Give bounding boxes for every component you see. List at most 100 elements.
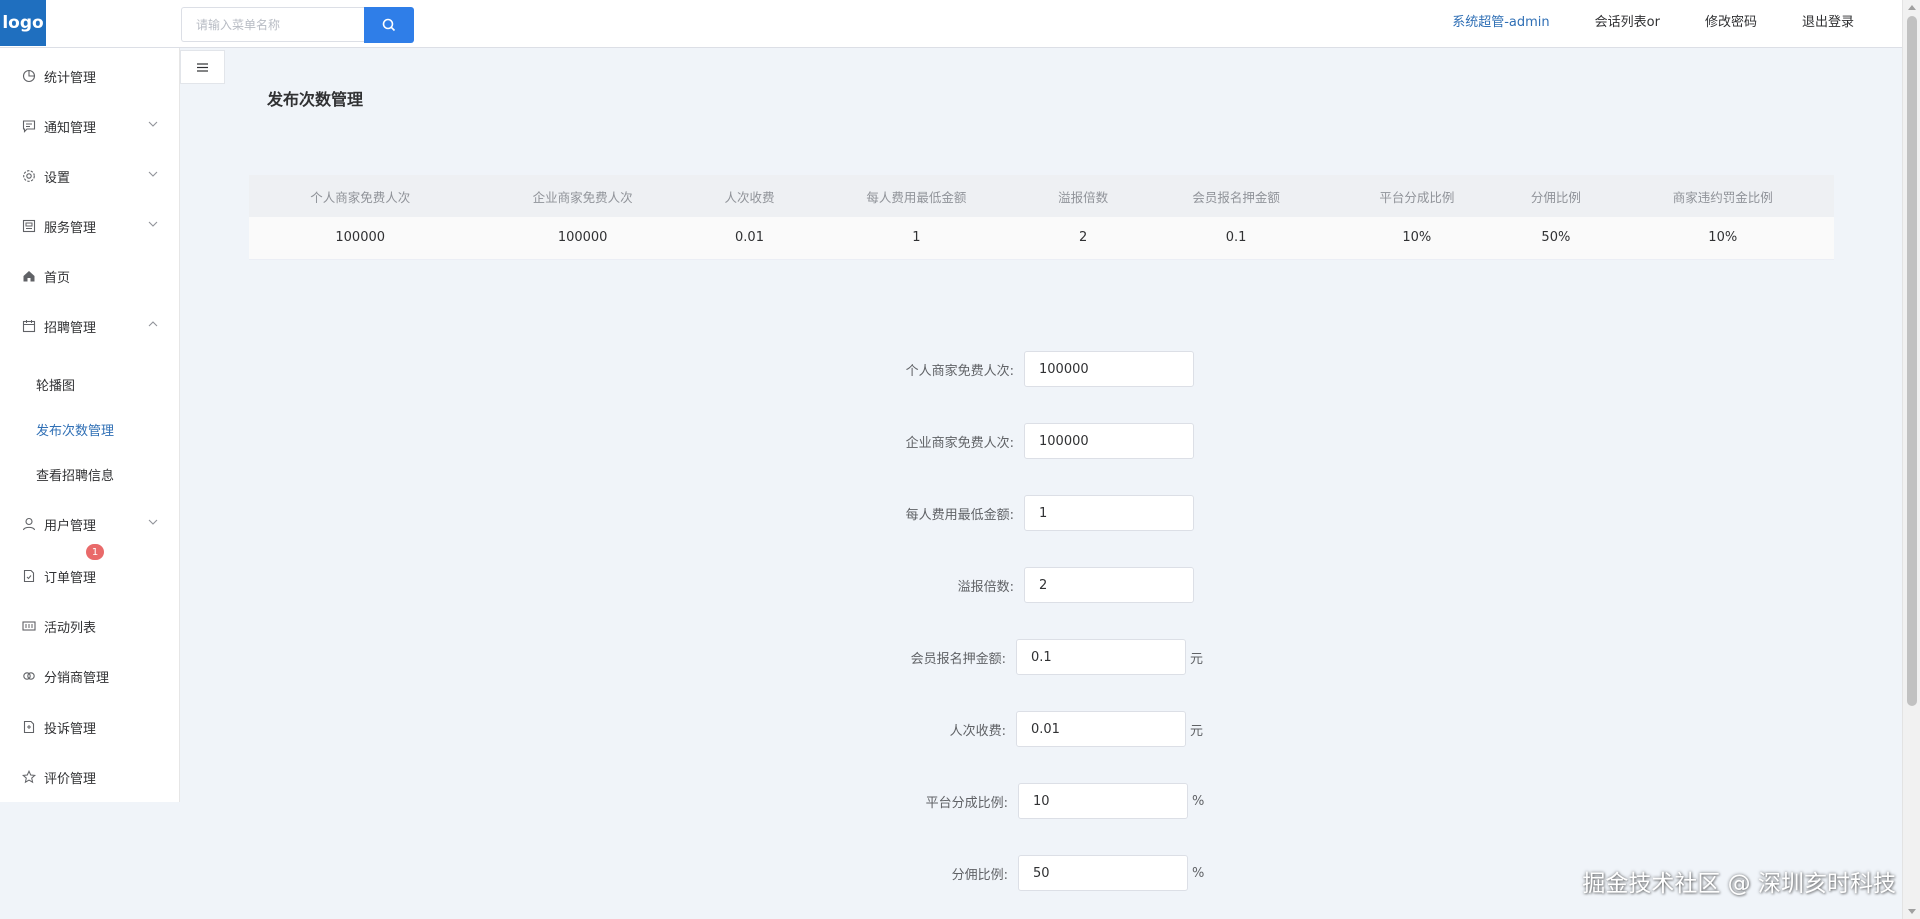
chevron-down-icon: [148, 519, 158, 525]
table-header-cell: 分佣比例: [1500, 175, 1612, 217]
form-row-platform-share: 平台分成比例: %: [880, 783, 1204, 819]
table-header-row: 个人商家免费人次 企业商家免费人次 人次收费 每人费用最低金额 溢报倍数 会员报…: [249, 175, 1834, 217]
per-person-fee-input[interactable]: [1016, 711, 1186, 747]
field-label: 会员报名押金额:: [910, 651, 1006, 667]
scroll-up-arrow-icon[interactable]: [1908, 5, 1916, 10]
submenu-item-carousel[interactable]: 轮播图: [0, 362, 179, 407]
message-icon: [22, 119, 36, 133]
sidebar: 统计管理 通知管理 设置 服务管理 首页 招聘管理 轮播图 发布次数管理 查看招…: [0, 48, 180, 802]
service-icon: [22, 219, 36, 233]
watermark: 掘金技术社区 @ 深圳亥时科技: [1582, 871, 1896, 897]
table-cell: 1: [805, 217, 1028, 260]
star-icon: [22, 770, 36, 784]
chevron-down-icon: [148, 171, 158, 177]
table-cell: 100000: [471, 217, 694, 260]
min-fee-input[interactable]: [1024, 495, 1194, 531]
sidebar-item-label: 活动列表: [44, 620, 97, 636]
submenu-item-view-recruitment[interactable]: 查看招聘信息: [0, 452, 179, 497]
search-button[interactable]: [364, 7, 414, 43]
pie-chart-icon: [22, 69, 36, 83]
page-title: 发布次数管理: [267, 90, 364, 109]
settings-table: 个人商家免费人次 企业商家免费人次 人次收费 每人费用最低金额 溢报倍数 会员报…: [249, 175, 1834, 260]
sidebar-item-label: 统计管理: [44, 70, 97, 86]
chevron-down-icon: [148, 121, 158, 127]
list-icon: [22, 619, 36, 633]
table-header-cell: 每人费用最低金额: [805, 175, 1028, 217]
sidebar-item-activities[interactable]: 活动列表: [0, 601, 179, 651]
field-label: 个人商家免费人次:: [905, 363, 1014, 379]
table-cell: 2: [1027, 217, 1139, 260]
table-header-cell: 会员报名押金额: [1138, 175, 1334, 217]
overflow-multiple-input[interactable]: [1024, 567, 1194, 603]
sidebar-item-label: 招聘管理: [44, 320, 97, 336]
form-row-overflow-multiple: 溢报倍数:: [880, 567, 1194, 603]
table-header-cell: 企业商家免费人次: [471, 175, 694, 217]
table-header-cell: 溢报倍数: [1027, 175, 1139, 217]
sidebar-item-users[interactable]: 用户管理: [0, 499, 179, 549]
notification-badge: 1: [86, 544, 104, 560]
logout-link[interactable]: 退出登录: [1802, 11, 1854, 30]
calendar-icon: [22, 319, 36, 333]
form-row-min-fee: 每人费用最低金额:: [880, 495, 1194, 531]
sidebar-item-label: 首页: [44, 270, 71, 286]
sidebar-item-settings[interactable]: 设置: [0, 151, 179, 201]
unit-label: %: [1192, 865, 1205, 881]
page-scrollbar[interactable]: [1902, 0, 1920, 919]
field-label: 每人费用最低金额:: [905, 507, 1014, 523]
change-password-link[interactable]: 修改密码: [1705, 11, 1757, 30]
sidebar-item-home[interactable]: 首页: [0, 251, 179, 301]
gear-icon: [22, 169, 36, 183]
sidebar-item-notifications[interactable]: 通知管理: [0, 101, 179, 151]
unit-label: 元: [1190, 651, 1204, 667]
table-row: 100000 100000 0.01 1 2 0.1 10% 50% 10%: [249, 217, 1834, 260]
menu-search-input[interactable]: [181, 7, 364, 42]
sidebar-item-complaints[interactable]: 投诉管理: [0, 702, 179, 752]
sidebar-item-label: 用户管理: [44, 518, 97, 534]
sidebar-item-label: 设置: [44, 170, 71, 186]
table-header-cell: 个人商家免费人次: [249, 175, 472, 217]
sidebar-item-label: 订单管理: [44, 570, 97, 586]
form-row-personal-free: 个人商家免费人次:: [880, 351, 1194, 387]
field-label: 平台分成比例:: [925, 795, 1008, 811]
sidebar-toggle-button[interactable]: [180, 50, 225, 84]
menu-icon: [197, 62, 208, 72]
table-header-cell: 人次收费: [693, 175, 806, 217]
sidebar-item-label: 通知管理: [44, 120, 97, 136]
sidebar-item-label: 服务管理: [44, 220, 97, 236]
sidebar-item-stats[interactable]: 统计管理: [0, 51, 179, 101]
form-row-enterprise-free: 企业商家免费人次:: [880, 423, 1194, 459]
personal-free-count-input[interactable]: [1024, 351, 1194, 387]
field-label: 溢报倍数:: [957, 579, 1014, 595]
field-label: 企业商家免费人次:: [905, 435, 1014, 451]
form-row-member-deposit: 会员报名押金额: 元: [880, 639, 1203, 675]
table-header-cell: 商家违约罚金比例: [1611, 175, 1834, 217]
sidebar-item-distributors[interactable]: 分销商管理: [0, 651, 179, 701]
table-cell: 0.1: [1138, 217, 1334, 260]
header-links: 系统超管-admin 会话列表or 修改密码 退出登录: [1407, 0, 1854, 40]
form-row-commission-ratio: 分佣比例: %: [880, 855, 1204, 891]
complaint-icon: [22, 720, 36, 734]
scroll-down-arrow-icon[interactable]: [1908, 909, 1916, 914]
logo[interactable]: logo: [0, 0, 46, 46]
commission-ratio-input[interactable]: [1018, 855, 1188, 891]
scrollbar-thumb[interactable]: [1907, 16, 1917, 706]
current-user-link[interactable]: 系统超管-admin: [1452, 11, 1549, 30]
user-icon: [22, 517, 36, 531]
link-icon: [22, 669, 36, 683]
unit-label: 元: [1190, 723, 1204, 739]
enterprise-free-count-input[interactable]: [1024, 423, 1194, 459]
chevron-up-icon: [148, 321, 158, 327]
table-cell: 10%: [1333, 217, 1501, 260]
sidebar-item-recruitment[interactable]: 招聘管理: [0, 301, 179, 351]
document-icon: [22, 569, 36, 583]
platform-share-input[interactable]: [1018, 783, 1188, 819]
submenu-item-publish-count[interactable]: 发布次数管理: [0, 407, 179, 452]
sidebar-item-label: 评价管理: [44, 771, 97, 787]
sidebar-item-label: 分销商管理: [44, 670, 110, 686]
sidebar-item-services[interactable]: 服务管理: [0, 201, 179, 251]
sidebar-item-reviews[interactable]: 评价管理: [0, 752, 179, 802]
table-cell: 100000: [249, 217, 472, 260]
table-cell: 50%: [1500, 217, 1612, 260]
session-list-link[interactable]: 会话列表or: [1595, 11, 1660, 30]
member-deposit-input[interactable]: [1016, 639, 1186, 675]
